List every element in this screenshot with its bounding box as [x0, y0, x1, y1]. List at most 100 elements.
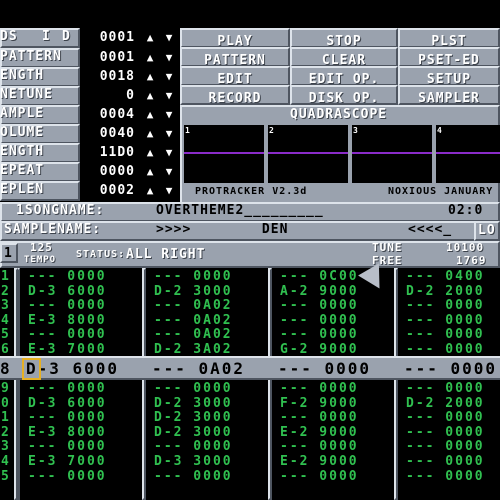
- pattern-cell[interactable]: --- 0A02: [154, 298, 233, 313]
- pattern-cell[interactable]: --- 0000: [28, 469, 107, 484]
- param-value: 0018: [82, 69, 138, 85]
- pattern-cell[interactable]: E-2 9000: [280, 425, 359, 440]
- pattern-cell[interactable]: E-3 8000: [28, 313, 107, 328]
- current-cell[interactable]: --- 0000: [278, 359, 371, 378]
- param-down-icon[interactable]: ▼: [161, 107, 177, 123]
- pattern-cell[interactable]: D-2 2000: [406, 396, 485, 411]
- pattern-cell[interactable]: --- 0A02: [154, 313, 233, 328]
- param-down-icon[interactable]: ▼: [161, 69, 177, 85]
- pattern-cell[interactable]: --- 0000: [280, 410, 359, 425]
- param-value: 0040: [82, 126, 138, 142]
- button-stop[interactable]: STOP: [290, 28, 398, 49]
- button-record[interactable]: RECORD: [180, 85, 290, 106]
- pattern-cell[interactable]: --- 0000: [406, 327, 485, 342]
- pattern-cell[interactable]: --- 0C00: [280, 269, 359, 284]
- pattern-cell[interactable]: --- 0000: [280, 313, 359, 328]
- pattern-cell[interactable]: --- 0000: [406, 425, 485, 440]
- button-pattern[interactable]: PATTERN: [180, 47, 290, 68]
- pattern-cell[interactable]: --- 0000: [28, 327, 107, 342]
- param-up-icon[interactable]: ▲: [142, 50, 158, 66]
- pattern-cell[interactable]: --- 0000: [154, 469, 233, 484]
- pattern-cell[interactable]: --- 0000: [406, 381, 485, 396]
- param-up-icon[interactable]: ▲: [142, 107, 158, 123]
- pattern-cell[interactable]: D-2 3000: [154, 396, 233, 411]
- pattern-cell[interactable]: --- 0000: [406, 469, 485, 484]
- button-sampler[interactable]: SAMPLER: [398, 85, 500, 106]
- param-down-icon[interactable]: ▼: [161, 145, 177, 161]
- current-cell[interactable]: --- 0000: [404, 359, 497, 378]
- scope-channel-4[interactable]: 4: [436, 125, 500, 183]
- pattern-cell[interactable]: --- 0000: [28, 439, 107, 454]
- param-up-icon[interactable]: ▲: [142, 126, 158, 142]
- button-edit-op-[interactable]: EDIT OP.: [290, 66, 398, 87]
- button-play[interactable]: PLAY: [180, 28, 290, 49]
- pattern-cell[interactable]: --- 0000: [28, 298, 107, 313]
- scope-channel-3[interactable]: 3: [352, 125, 432, 183]
- track-divider: [142, 268, 146, 500]
- pattern-cell[interactable]: --- 0000: [280, 439, 359, 454]
- pattern-cell[interactable]: --- 0000: [154, 439, 233, 454]
- pattern-cell[interactable]: E-3 7000: [28, 454, 107, 469]
- pattern-cell[interactable]: D-2 3000: [154, 410, 233, 425]
- param-up-icon[interactable]: ▲: [142, 164, 158, 180]
- pattern-cell[interactable]: D-2 3A02: [154, 342, 233, 357]
- pattern-cell[interactable]: --- 0000: [406, 439, 485, 454]
- pos-up-icon[interactable]: ▲: [142, 30, 158, 46]
- pattern-cell[interactable]: --- 0000: [154, 269, 233, 284]
- pattern-cell[interactable]: G-2 9000: [280, 342, 359, 357]
- pattern-cell[interactable]: --- 0400: [406, 269, 485, 284]
- pattern-cell[interactable]: F-2 9000: [280, 396, 359, 411]
- pattern-cell[interactable]: --- 0000: [154, 381, 233, 396]
- pattern-cell[interactable]: A-2 9000: [280, 284, 359, 299]
- button-plst[interactable]: PLST: [398, 28, 500, 49]
- pattern-cell[interactable]: --- 0000: [280, 298, 359, 313]
- button-setup[interactable]: SETUP: [398, 66, 500, 87]
- param-value: 0000: [82, 164, 138, 180]
- pattern-cell[interactable]: --- 0000: [406, 342, 485, 357]
- button-clear[interactable]: CLEAR: [290, 47, 398, 68]
- param-up-icon[interactable]: ▲: [142, 88, 158, 104]
- pattern-cell[interactable]: --- 0000: [28, 410, 107, 425]
- pattern-cell[interactable]: D-2 3000: [154, 425, 233, 440]
- samplename-field[interactable]: >>>> DEN: [156, 222, 288, 237]
- pattern-cell[interactable]: --- 0000: [280, 381, 359, 396]
- pattern-cell[interactable]: --- 0A02: [154, 327, 233, 342]
- tempo-label[interactable]: TEMPO: [24, 255, 56, 265]
- pattern-cell[interactable]: --- 0000: [28, 381, 107, 396]
- scope-channel-1[interactable]: 1: [184, 125, 264, 183]
- button-edit[interactable]: EDIT: [180, 66, 290, 87]
- param-down-icon[interactable]: ▼: [161, 126, 177, 142]
- pattern-cell[interactable]: --- 0000: [280, 469, 359, 484]
- param-up-icon[interactable]: ▲: [142, 69, 158, 85]
- pattern-cell[interactable]: D-3 6000: [28, 284, 107, 299]
- param-up-icon[interactable]: ▲: [142, 183, 158, 199]
- pattern-cell[interactable]: D-2 2000: [406, 284, 485, 299]
- edit-cursor[interactable]: [22, 358, 41, 380]
- pattern-cell[interactable]: D-3 3000: [154, 454, 233, 469]
- load-button-label: LO: [478, 223, 496, 238]
- pos-down-icon[interactable]: ▼: [161, 30, 177, 46]
- songname-field[interactable]: OVERTHEME2_________: [156, 203, 324, 218]
- pattern-cell[interactable]: D-2 3000: [154, 284, 233, 299]
- pattern-cell[interactable]: --- 0000: [406, 410, 485, 425]
- pattern-cell[interactable]: --- 0000: [406, 313, 485, 328]
- button-pset-ed[interactable]: PSET-ED: [398, 47, 500, 68]
- channel-indicator[interactable]: 1: [0, 243, 18, 263]
- pattern-cell[interactable]: E-2 9000: [280, 454, 359, 469]
- param-down-icon[interactable]: ▼: [161, 164, 177, 180]
- param-down-icon[interactable]: ▼: [161, 88, 177, 104]
- pattern-cell[interactable]: E-3 8000: [28, 425, 107, 440]
- current-cell[interactable]: --- 0A02: [152, 359, 245, 378]
- param-up-icon[interactable]: ▲: [142, 145, 158, 161]
- param-down-icon[interactable]: ▼: [161, 50, 177, 66]
- scope-channel-2[interactable]: 2: [268, 125, 348, 183]
- load-button[interactable]: LO: [474, 221, 500, 241]
- pattern-cell[interactable]: E-3 7000: [28, 342, 107, 357]
- pattern-cell[interactable]: --- 0000: [406, 454, 485, 469]
- pattern-cell[interactable]: --- 0000: [28, 269, 107, 284]
- param-down-icon[interactable]: ▼: [161, 183, 177, 199]
- button-disk-op-[interactable]: DISK OP.: [290, 85, 398, 106]
- pattern-cell[interactable]: D-3 6000: [28, 396, 107, 411]
- pattern-cell[interactable]: --- 0000: [406, 298, 485, 313]
- pattern-cell[interactable]: --- 0000: [280, 327, 359, 342]
